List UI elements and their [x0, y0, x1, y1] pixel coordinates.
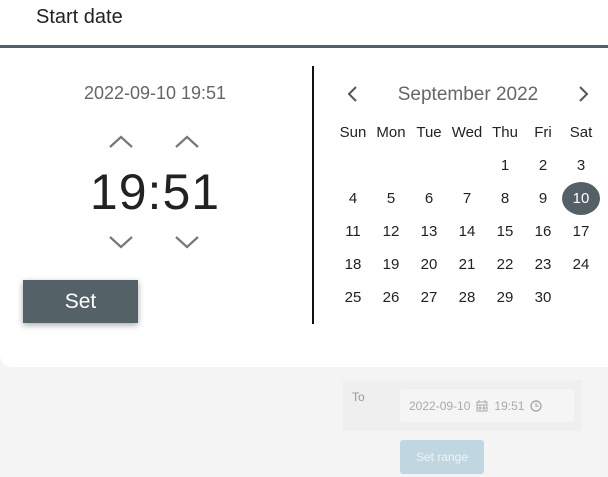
calendar-day[interactable]: 17: [562, 215, 600, 248]
next-month-chevron-icon[interactable]: [573, 84, 593, 104]
day-number: 23: [534, 256, 552, 273]
day-number: 7: [462, 190, 472, 207]
day-number: 12: [382, 223, 400, 240]
to-time-value: 19:51: [494, 398, 525, 413]
calendar-day[interactable]: 26: [372, 281, 410, 314]
day-number: 19: [382, 256, 400, 273]
day-number: 13: [420, 223, 438, 240]
to-label: To: [352, 390, 365, 404]
day-number: 26: [382, 289, 400, 306]
weekday-header: Fri: [534, 124, 552, 141]
selected-datetime: 2022-09-10 19:51: [83, 83, 227, 103]
calendar-icon[interactable]: [476, 399, 488, 412]
date-picker-card: Start date 2022-09-10 19:51 19:51 Set Se…: [0, 0, 608, 367]
minutes-value[interactable]: 51: [162, 164, 220, 220]
calendar-day[interactable]: 23: [524, 248, 562, 281]
dialog-title: Start date: [36, 6, 123, 28]
day-number: 4: [348, 190, 358, 207]
calendar-day[interactable]: 6: [410, 182, 448, 215]
calendar-day[interactable]: 25: [334, 281, 372, 314]
calendar-day-selected[interactable]: 10: [562, 182, 600, 215]
day-number: 22: [496, 256, 514, 273]
range-to-row: To 2022-09-10 19:51: [343, 380, 582, 431]
calendar-day[interactable]: 16: [524, 215, 562, 248]
day-number: 5: [386, 190, 396, 207]
calendar-day[interactable]: 15: [486, 215, 524, 248]
calendar-day[interactable]: 4: [334, 182, 372, 215]
calendar-day[interactable]: 28: [448, 281, 486, 314]
day-number: 16: [534, 223, 552, 240]
calendar-day[interactable]: 13: [410, 215, 448, 248]
set-range-button[interactable]: Set range: [400, 440, 484, 474]
prev-month-chevron-icon[interactable]: [343, 84, 363, 104]
calendar-day[interactable]: 19: [372, 248, 410, 281]
weekday-header: Thu: [492, 124, 518, 141]
to-datetime-input[interactable]: 2022-09-10 19:51: [400, 389, 574, 422]
day-number: 11: [345, 223, 361, 240]
calendar-day[interactable]: 3: [562, 149, 600, 182]
clock-icon[interactable]: [530, 399, 543, 412]
day-number: 2: [538, 157, 548, 174]
calendar-day[interactable]: 18: [334, 248, 372, 281]
day-number: 17: [572, 223, 590, 240]
weekday-header: Wed: [451, 124, 483, 141]
hours-up-chevron-icon[interactable]: [107, 132, 135, 152]
weekday-header: Tue: [416, 124, 442, 141]
calendar-day[interactable]: 21: [448, 248, 486, 281]
weekday-header: Sat: [569, 124, 593, 141]
day-number: 28: [458, 289, 476, 306]
day-number: 25: [344, 289, 362, 306]
time-display: 19:51: [55, 163, 255, 221]
to-date-value: 2022-09-10: [409, 398, 471, 413]
calendar-day[interactable]: 9: [524, 182, 562, 215]
day-number: 3: [576, 157, 586, 174]
hours-down-chevron-icon[interactable]: [107, 232, 135, 252]
calendar-day[interactable]: 8: [486, 182, 524, 215]
day-number: 24: [572, 256, 590, 273]
calendar-day[interactable]: 11: [334, 215, 372, 248]
day-number: 20: [420, 256, 438, 273]
time-separator: :: [147, 164, 163, 220]
calendar-day[interactable]: 27: [410, 281, 448, 314]
day-number: 30: [534, 289, 552, 306]
day-number: 15: [496, 223, 514, 240]
calendar-day[interactable]: 7: [448, 182, 486, 215]
calendar-day[interactable]: 20: [410, 248, 448, 281]
weekday-header: Sun: [339, 124, 367, 141]
day-number: 14: [458, 223, 476, 240]
calendar-day[interactable]: 29: [486, 281, 524, 314]
day-number: 27: [420, 289, 438, 306]
calendar-day[interactable]: 14: [448, 215, 486, 248]
calendar-day[interactable]: 22: [486, 248, 524, 281]
minutes-up-chevron-icon[interactable]: [173, 132, 201, 152]
day-number: 29: [496, 289, 514, 306]
day-number: 1: [500, 157, 510, 174]
weekday-header: Mon: [376, 124, 406, 141]
hours-value[interactable]: 19: [90, 164, 148, 220]
calendar-day[interactable]: 12: [372, 215, 410, 248]
calendar-day[interactable]: 5: [372, 182, 410, 215]
day-number: 10: [562, 182, 600, 215]
minutes-down-chevron-icon[interactable]: [173, 232, 201, 252]
calendar-day[interactable]: 1: [486, 149, 524, 182]
day-number: 18: [344, 256, 362, 273]
calendar-day[interactable]: 24: [562, 248, 600, 281]
panel-divider: [312, 66, 314, 324]
set-button[interactable]: Set: [23, 280, 138, 323]
calendar-day[interactable]: 2: [524, 149, 562, 182]
header-divider: [0, 45, 608, 48]
day-number: 9: [538, 190, 548, 207]
day-number: 8: [500, 190, 510, 207]
day-number: 6: [424, 190, 434, 207]
month-label: September 2022: [397, 84, 539, 105]
calendar-day[interactable]: 30: [524, 281, 562, 314]
day-number: 21: [458, 256, 476, 273]
